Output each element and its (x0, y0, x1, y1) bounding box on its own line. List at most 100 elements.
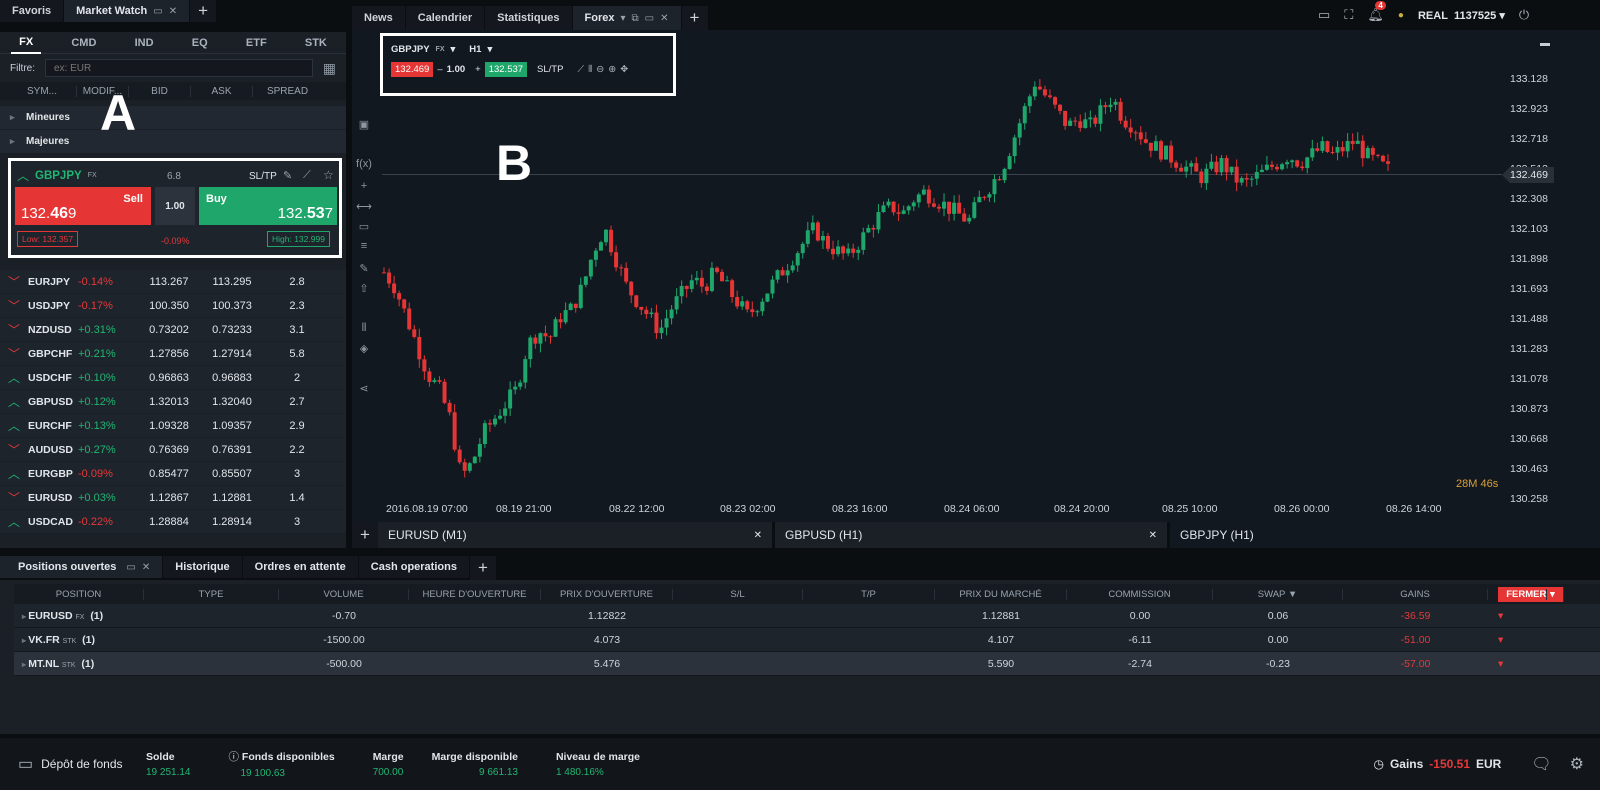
col-ask[interactable]: ASK (190, 85, 252, 97)
watch-row[interactable]: ︿ USDCAD -0.22% 1.28884 1.28914 3 (0, 510, 346, 534)
volume-input[interactable]: 1.00 (155, 187, 195, 225)
watch-row[interactable]: ︿ EURGBP -0.09% 0.85477 0.85507 3 (0, 462, 346, 486)
row-ask[interactable]: 100.373 (200, 300, 264, 312)
chart-volume-minus[interactable]: – (437, 64, 442, 75)
watch-row[interactable]: ﹀ EURJPY -0.14% 113.267 113.295 2.8 (0, 270, 346, 294)
line-tool-icon[interactable]: ⟷ (356, 200, 372, 213)
row-bid[interactable]: 1.28884 (138, 516, 200, 528)
col-open-time[interactable]: Heure d'ouverture (409, 588, 541, 600)
tab-historique[interactable]: Historique (163, 556, 243, 578)
row-ask[interactable]: 1.09357 (200, 420, 264, 432)
chat-icon[interactable]: 🗨︎ (1531, 754, 1551, 774)
watch-row[interactable]: ︿ EURCHF +0.13% 1.09328 1.09357 2.9 (0, 414, 346, 438)
account-selector[interactable]: REAL 1137525 ▾ (1418, 9, 1505, 22)
tab-favoris[interactable]: Favoris (0, 0, 65, 22)
row-ask[interactable]: 1.28914 (200, 516, 264, 528)
cat-tab-eq[interactable]: EQ (184, 33, 216, 53)
chart-sltp-button[interactable]: SL/TP (537, 64, 563, 75)
add-tab-button[interactable]: + (190, 0, 217, 22)
row-ask[interactable]: 1.12881 (200, 492, 264, 504)
edit-icon[interactable]: ✎ (283, 169, 292, 182)
tab-positions-ouvertes[interactable]: Positions ouvertes ▭ ✕ (0, 556, 164, 578)
popout-icon[interactable]: ▭ (126, 562, 135, 573)
row-bid[interactable]: 1.27856 (138, 348, 200, 360)
add-chart-button[interactable]: + (352, 522, 378, 548)
chevron-down-icon[interactable]: ﹀ (0, 273, 28, 290)
row-ask[interactable]: 0.76391 (200, 444, 264, 456)
row-bid[interactable]: 0.85477 (138, 468, 200, 480)
row-ask[interactable]: 1.27914 (200, 348, 264, 360)
row-bid[interactable]: 0.73202 (138, 324, 200, 336)
symbol-dropdown-icon[interactable]: ▾ (451, 44, 456, 55)
chart-tab-gbpusd[interactable]: GBPUSD (H1) ✕ (775, 522, 1167, 548)
col-position[interactable]: Position (14, 588, 144, 600)
tab-ordres-attente[interactable]: Ordres en attente (242, 556, 359, 578)
close-position-icon[interactable]: ▾ (1488, 610, 1574, 622)
indicator-tool-icon[interactable]: f(x) (356, 158, 372, 170)
fib-tool-icon[interactable]: ≡ (356, 240, 372, 252)
chevron-up-icon[interactable]: ︿ (17, 167, 29, 184)
maximize-icon[interactable]: ▭ (645, 13, 654, 24)
close-icon[interactable]: ✕ (660, 13, 668, 24)
position-symbol[interactable]: ▸ VK.FR STK (1) (14, 634, 144, 646)
col-tp[interactable]: T/P (803, 588, 935, 600)
candlestick-chart[interactable]: 133.128132.923132.718132.513132.308132.1… (352, 30, 1600, 522)
timeframe-dropdown-icon[interactable]: ▾ (487, 44, 492, 55)
chevron-up-icon[interactable]: ︿ (0, 513, 28, 530)
close-icon[interactable]: ✕ (169, 6, 177, 17)
watch-row[interactable]: ﹀ AUDUSD +0.27% 0.76369 0.76391 2.2 (0, 438, 346, 462)
settings-icon[interactable]: ⚙︎ (1570, 754, 1584, 774)
layout-icon[interactable]: ▭ (1318, 7, 1330, 23)
cat-tab-stk[interactable]: STK (297, 33, 335, 53)
col-bid[interactable]: BID (128, 85, 190, 97)
cat-tab-etf[interactable]: ETF (238, 33, 275, 53)
row-ask[interactable]: 0.73233 (200, 324, 264, 336)
col-volume[interactable]: Volume (279, 588, 409, 600)
watch-row[interactable]: ︿ GBPUSD +0.12% 1.32013 1.32040 2.7 (0, 390, 346, 414)
position-row[interactable]: ▸ VK.FR STK (1) -1500.00 4.073 4.107 -6.… (14, 628, 1600, 652)
chart-tab-eurusd[interactable]: EURUSD (M1) ✕ (378, 522, 772, 548)
sell-button[interactable]: Sell 132.469 (15, 187, 151, 225)
chart-sell-button[interactable]: 132.469 (391, 62, 434, 77)
position-row[interactable]: ▸ MT.NL STK (1) -500.00 5.476 5.590 -2.7… (14, 652, 1600, 676)
chevron-up-icon[interactable]: ︿ (0, 369, 28, 386)
row-bid[interactable]: 0.76369 (138, 444, 200, 456)
move-icon[interactable]: ✥ (620, 64, 628, 75)
row-ask[interactable]: 1.32040 (200, 396, 264, 408)
cat-tab-fx[interactable]: FX (11, 32, 42, 54)
cat-tab-ind[interactable]: IND (127, 33, 162, 53)
watch-row[interactable]: ﹀ EURUSD +0.03% 1.12867 1.12881 1.4 (0, 486, 346, 510)
row-ask[interactable]: 0.85507 (200, 468, 264, 480)
bars-tool-icon[interactable]: ⦀ (356, 322, 372, 335)
power-icon[interactable]: ⏻ (1519, 7, 1529, 23)
tab-news[interactable]: News (352, 6, 406, 30)
chart-symbol[interactable]: GBPJPY (391, 44, 430, 55)
col-commission[interactable]: Commission (1067, 588, 1213, 600)
grid-view-icon[interactable]: ▦ (323, 60, 336, 77)
chart-tab-gbpjpy[interactable]: GBPJPY (H1) (1170, 522, 1600, 548)
tab-forex[interactable]: Forex ▾ ⧉ ▭ ✕ (572, 6, 682, 30)
zoom-out-icon[interactable]: ⊖ (596, 64, 604, 75)
col-spread[interactable]: SPREAD (252, 85, 322, 97)
watch-row[interactable]: ︿ USDCHF +0.10% 0.96863 0.96883 2 (0, 366, 346, 390)
col-symbol[interactable]: SYM... (8, 86, 76, 97)
crosshair-tool-icon[interactable]: + (356, 180, 372, 192)
row-bid[interactable]: 1.12867 (138, 492, 200, 504)
row-bid[interactable]: 0.96863 (138, 372, 200, 384)
col-open-price[interactable]: Prix d'ouverture (541, 588, 673, 600)
chart-volume-plus[interactable]: + (475, 64, 481, 75)
close-icon[interactable]: ✕ (142, 562, 150, 573)
chevron-up-icon[interactable]: ︿ (0, 417, 28, 434)
candle-type-icon[interactable]: ⦀ (588, 64, 592, 75)
tab-calendrier[interactable]: Calendrier (405, 6, 486, 30)
add-tab-button[interactable]: + (469, 556, 496, 580)
col-swap[interactable]: Swap ▼ (1213, 588, 1343, 600)
chevron-up-icon[interactable]: ︿ (0, 393, 28, 410)
tab-cash-operations[interactable]: Cash operations (358, 556, 470, 578)
tab-statistiques[interactable]: Statistiques (485, 6, 573, 30)
timeframe-selector[interactable]: H1 (469, 44, 481, 55)
col-gains[interactable]: Gains (1343, 588, 1488, 600)
popout-icon[interactable]: ▭ (153, 6, 162, 17)
tab-market-watch[interactable]: Market Watch ▭ ✕ (64, 0, 191, 22)
chevron-down-icon[interactable]: ﹀ (0, 297, 28, 314)
